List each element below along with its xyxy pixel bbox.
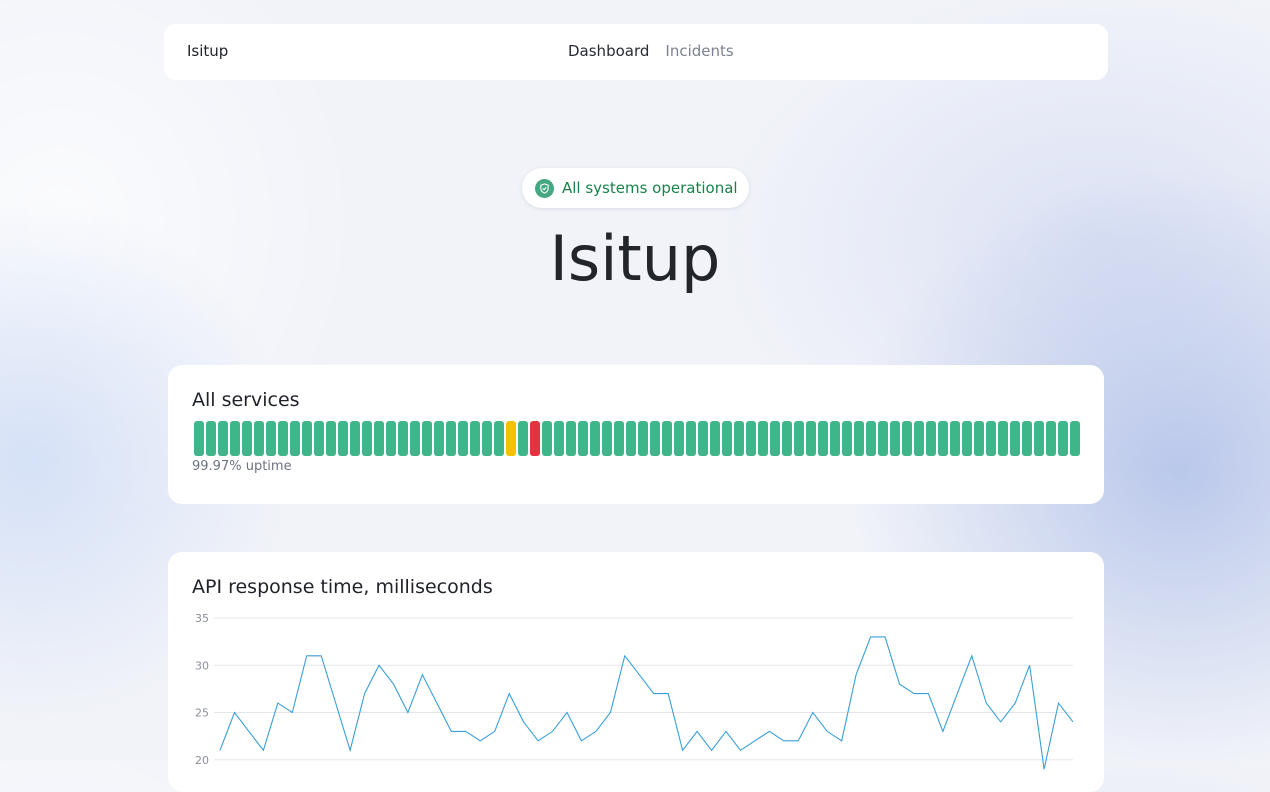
uptime-bar-up[interactable] <box>326 421 336 456</box>
uptime-bar-up[interactable] <box>782 421 792 456</box>
uptime-bar-up[interactable] <box>794 421 804 456</box>
y-tick-label: 35 <box>195 612 209 625</box>
status-text: All systems operational <box>562 179 738 197</box>
uptime-bar-up[interactable] <box>578 421 588 456</box>
uptime-bar-up[interactable] <box>1070 421 1080 456</box>
response-time-line <box>220 637 1073 769</box>
uptime-bar-up[interactable] <box>842 421 852 456</box>
uptime-bar-up[interactable] <box>446 421 456 456</box>
uptime-bar-up[interactable] <box>554 421 564 456</box>
uptime-bar-up[interactable] <box>254 421 264 456</box>
uptime-bar-up[interactable] <box>650 421 660 456</box>
uptime-bar-up[interactable] <box>350 421 360 456</box>
uptime-bar-up[interactable] <box>590 421 600 456</box>
uptime-bar-up[interactable] <box>962 421 972 456</box>
uptime-bar-up[interactable] <box>890 421 900 456</box>
uptime-bar-up[interactable] <box>434 421 444 456</box>
uptime-bar-up[interactable] <box>206 421 216 456</box>
uptime-bar-up[interactable] <box>566 421 576 456</box>
y-tick-label: 30 <box>195 659 209 672</box>
uptime-bar-up[interactable] <box>830 421 840 456</box>
uptime-bar-up[interactable] <box>902 421 912 456</box>
nav-links: Dashboard Incidents <box>568 42 734 60</box>
uptime-bar-up[interactable] <box>338 421 348 456</box>
uptime-bar-up[interactable] <box>698 421 708 456</box>
response-time-chart: 35 30 25 20 <box>168 552 1104 792</box>
uptime-bar-up[interactable] <box>482 421 492 456</box>
uptime-bar-up[interactable] <box>386 421 396 456</box>
uptime-bar-up[interactable] <box>278 421 288 456</box>
services-card: All services 99.97% uptime <box>168 365 1104 504</box>
page-title: Isitup <box>0 222 1270 295</box>
uptime-bar-up[interactable] <box>1046 421 1056 456</box>
uptime-bar-up[interactable] <box>422 421 432 456</box>
uptime-bar-up[interactable] <box>806 421 816 456</box>
uptime-bar-down[interactable] <box>530 421 540 456</box>
uptime-bar-up[interactable] <box>758 421 768 456</box>
uptime-bar-up[interactable] <box>494 421 504 456</box>
uptime-bar-up[interactable] <box>734 421 744 456</box>
uptime-bar-up[interactable] <box>362 421 372 456</box>
uptime-bar-up[interactable] <box>410 421 420 456</box>
uptime-bar-up[interactable] <box>674 421 684 456</box>
uptime-bar-up[interactable] <box>242 421 252 456</box>
uptime-bar-up[interactable] <box>866 421 876 456</box>
uptime-bar-up[interactable] <box>374 421 384 456</box>
y-tick-label: 25 <box>195 707 209 720</box>
uptime-bars <box>194 421 1080 456</box>
uptime-bar-up[interactable] <box>1058 421 1068 456</box>
y-tick-label: 20 <box>195 754 209 767</box>
uptime-bar-up[interactable] <box>314 421 324 456</box>
uptime-bar-up[interactable] <box>1022 421 1032 456</box>
uptime-bar-up[interactable] <box>878 421 888 456</box>
uptime-bar-up[interactable] <box>542 421 552 456</box>
uptime-bar-up[interactable] <box>914 421 924 456</box>
uptime-bar-up[interactable] <box>302 421 312 456</box>
top-nav: Isitup Dashboard Incidents <box>164 24 1108 80</box>
uptime-bar-up[interactable] <box>290 421 300 456</box>
uptime-bar-up[interactable] <box>230 421 240 456</box>
uptime-bar-up[interactable] <box>602 421 612 456</box>
uptime-bar-up[interactable] <box>950 421 960 456</box>
uptime-bar-up[interactable] <box>398 421 408 456</box>
uptime-bar-up[interactable] <box>974 421 984 456</box>
uptime-bar-up[interactable] <box>1034 421 1044 456</box>
shield-check-icon <box>535 179 554 198</box>
status-badge: All systems operational <box>522 168 749 208</box>
uptime-bar-up[interactable] <box>818 421 828 456</box>
uptime-bar-degraded[interactable] <box>506 421 516 456</box>
uptime-bar-up[interactable] <box>986 421 996 456</box>
uptime-bar-up[interactable] <box>518 421 528 456</box>
uptime-bar-up[interactable] <box>1010 421 1020 456</box>
brand-logo[interactable]: Isitup <box>187 42 228 60</box>
uptime-bar-up[interactable] <box>614 421 624 456</box>
uptime-bar-up[interactable] <box>194 421 204 456</box>
uptime-bar-up[interactable] <box>638 421 648 456</box>
uptime-bar-up[interactable] <box>926 421 936 456</box>
uptime-bar-up[interactable] <box>938 421 948 456</box>
uptime-bar-up[interactable] <box>218 421 228 456</box>
uptime-bar-up[interactable] <box>626 421 636 456</box>
uptime-bar-up[interactable] <box>746 421 756 456</box>
uptime-bar-up[interactable] <box>686 421 696 456</box>
uptime-text: 99.97% uptime <box>192 459 292 474</box>
uptime-bar-up[interactable] <box>266 421 276 456</box>
response-time-card: API response time, milliseconds 35302520 <box>168 552 1104 792</box>
uptime-bar-up[interactable] <box>770 421 780 456</box>
uptime-bar-up[interactable] <box>998 421 1008 456</box>
uptime-bar-up[interactable] <box>470 421 480 456</box>
uptime-bar-up[interactable] <box>710 421 720 456</box>
uptime-bar-up[interactable] <box>662 421 672 456</box>
uptime-bar-up[interactable] <box>458 421 468 456</box>
services-title: All services <box>192 389 300 411</box>
nav-link-dashboard[interactable]: Dashboard <box>568 42 649 60</box>
uptime-bar-up[interactable] <box>722 421 732 456</box>
nav-link-incidents[interactable]: Incidents <box>665 42 733 60</box>
uptime-bar-up[interactable] <box>854 421 864 456</box>
